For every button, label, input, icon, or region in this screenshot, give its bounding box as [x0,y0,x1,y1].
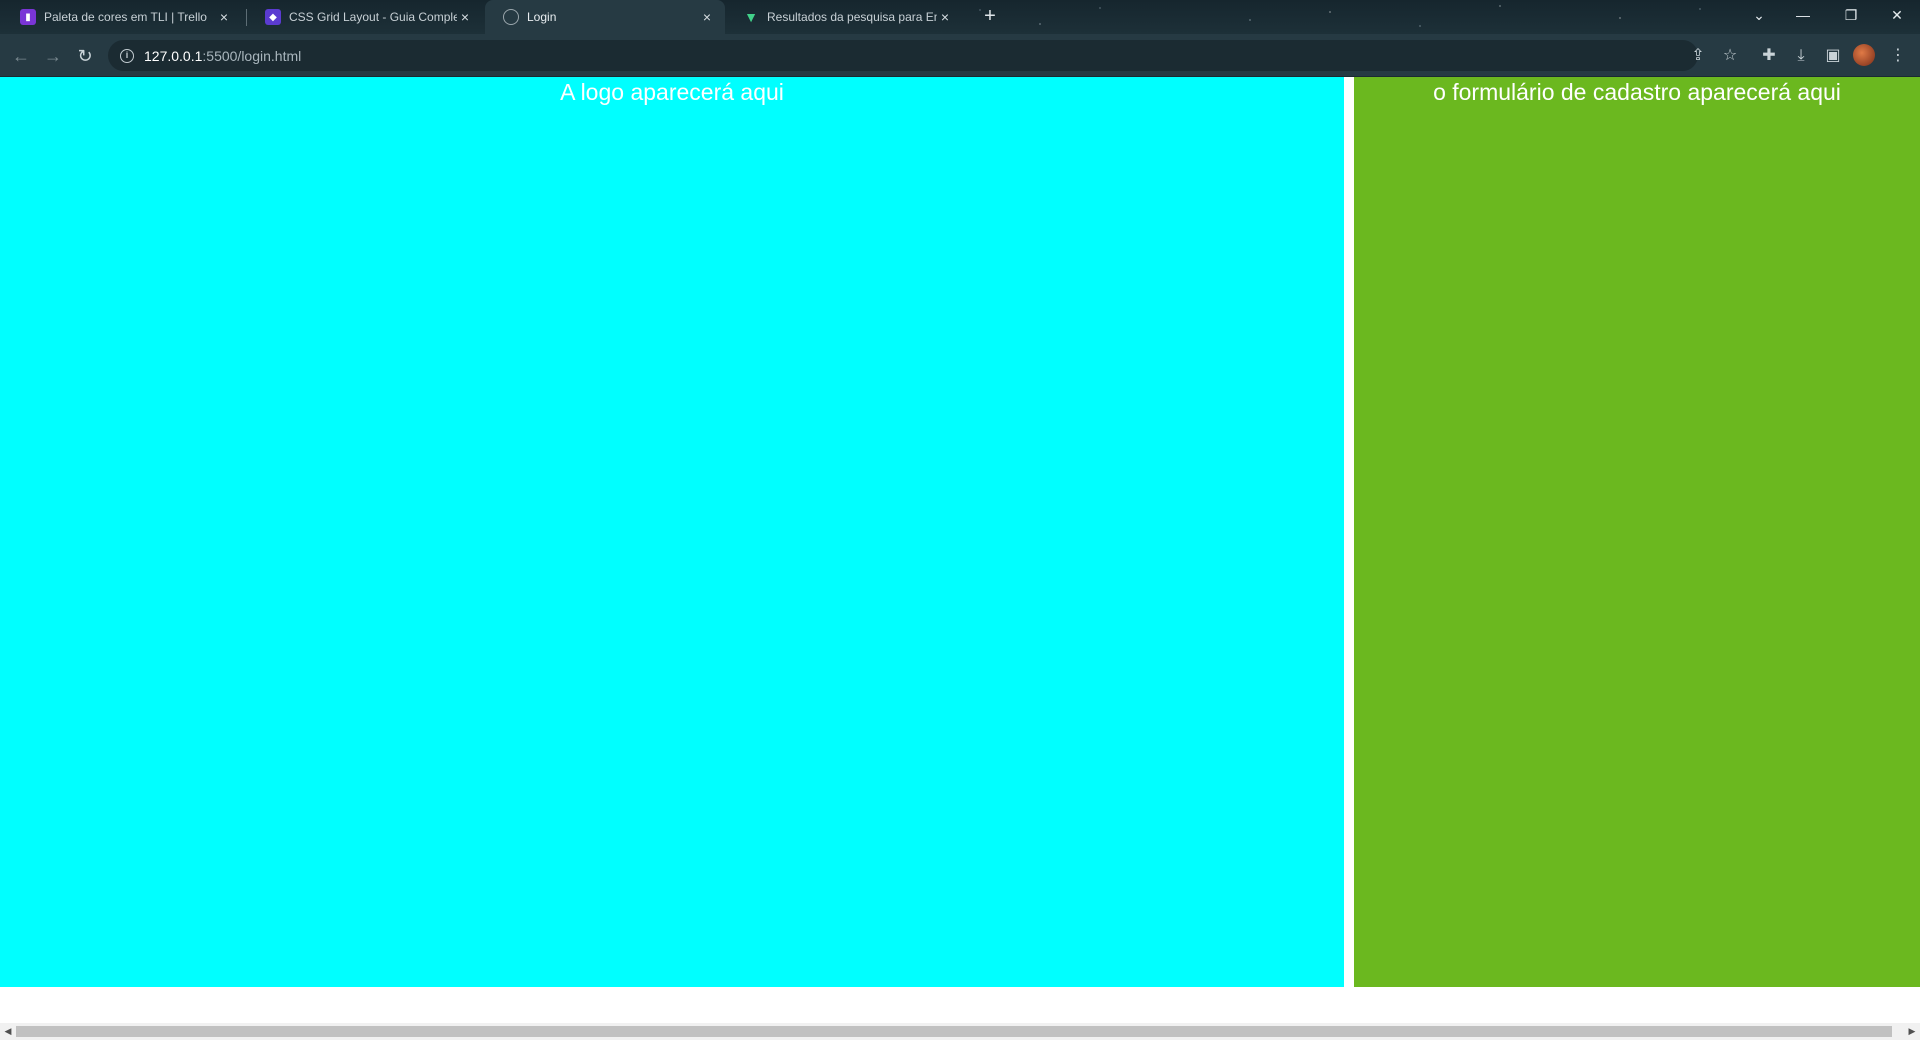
scroll-right-icon[interactable]: ▶ [1904,1023,1920,1040]
trello-icon: ▮ [20,9,36,25]
back-button[interactable]: ← [7,42,35,70]
info-icon[interactable]: i [120,48,134,63]
tab-title: Paleta de cores em TLI | Trello [44,10,207,24]
tab-title: Resultados da pesquisa para Em [767,10,937,24]
tab-title: CSS Grid Layout - Guia Complet [289,10,457,24]
share-icon[interactable]: ⇪ [1684,42,1712,70]
reload-button[interactable]: ↻ [71,42,99,70]
form-placeholder-text: o formulário de cadastro aparecerá aqui [1433,79,1841,105]
new-tab-button[interactable]: + [978,5,1002,29]
horizontal-scrollbar[interactable]: ◀ ▶ [0,1023,1920,1040]
logo-placeholder-text: A logo aparecerá aqui [560,79,784,105]
forward-button[interactable]: → [39,42,67,70]
browser-toolbar: ← → ↻ i 127.0.0.1 :5500/login.html ⇪ ☆ ✚… [0,34,1920,77]
browser-chrome: ▮ Paleta de cores em TLI | Trello × ◆ CS… [0,0,1920,77]
close-icon[interactable]: × [699,9,715,25]
close-icon[interactable]: × [937,9,953,25]
scroll-left-icon[interactable]: ◀ [0,1023,16,1040]
menu-icon[interactable]: ⋮ [1884,42,1912,70]
tab-search-results[interactable]: ▼ Resultados da pesquisa para Em × [725,0,963,34]
shield-icon: ◆ [265,9,281,25]
vue-icon: ▼ [744,9,758,25]
restore-button[interactable]: ❐ [1828,0,1874,30]
url-path: :5500/login.html [202,47,302,64]
address-bar[interactable]: i 127.0.0.1 :5500/login.html [108,40,1698,71]
globe-icon [503,9,519,25]
download-icon[interactable]: ⤓ [1787,42,1815,70]
close-icon[interactable]: × [216,9,232,25]
scrollbar-thumb[interactable] [16,1026,1892,1037]
form-panel: o formulário de cadastro aparecerá aqui [1354,77,1920,987]
extensions-icon[interactable]: ✚ [1755,42,1783,70]
tab-css-grid[interactable]: ◆ CSS Grid Layout - Guia Complet × [247,0,483,34]
bookmark-star-icon[interactable]: ☆ [1716,42,1744,70]
logo-panel: A logo aparecerá aqui [0,77,1344,987]
tab-trello[interactable]: ▮ Paleta de cores em TLI | Trello × [2,0,242,34]
tab-title: Login [527,10,557,24]
tab-search-icon[interactable]: ⌄ [1736,0,1782,30]
side-panel-icon[interactable]: ▣ [1819,42,1847,70]
tab-strip: ▮ Paleta de cores em TLI | Trello × ◆ CS… [0,0,1920,34]
profile-avatar[interactable] [1853,44,1875,66]
close-window-button[interactable]: ✕ [1874,0,1920,30]
url-host: 127.0.0.1 [144,47,203,64]
minimize-button[interactable]: — [1780,0,1826,30]
close-icon[interactable]: × [457,9,473,25]
page-viewport: A logo aparecerá aqui o formulário de ca… [0,77,1920,1024]
tab-login[interactable]: Login × [485,0,725,34]
